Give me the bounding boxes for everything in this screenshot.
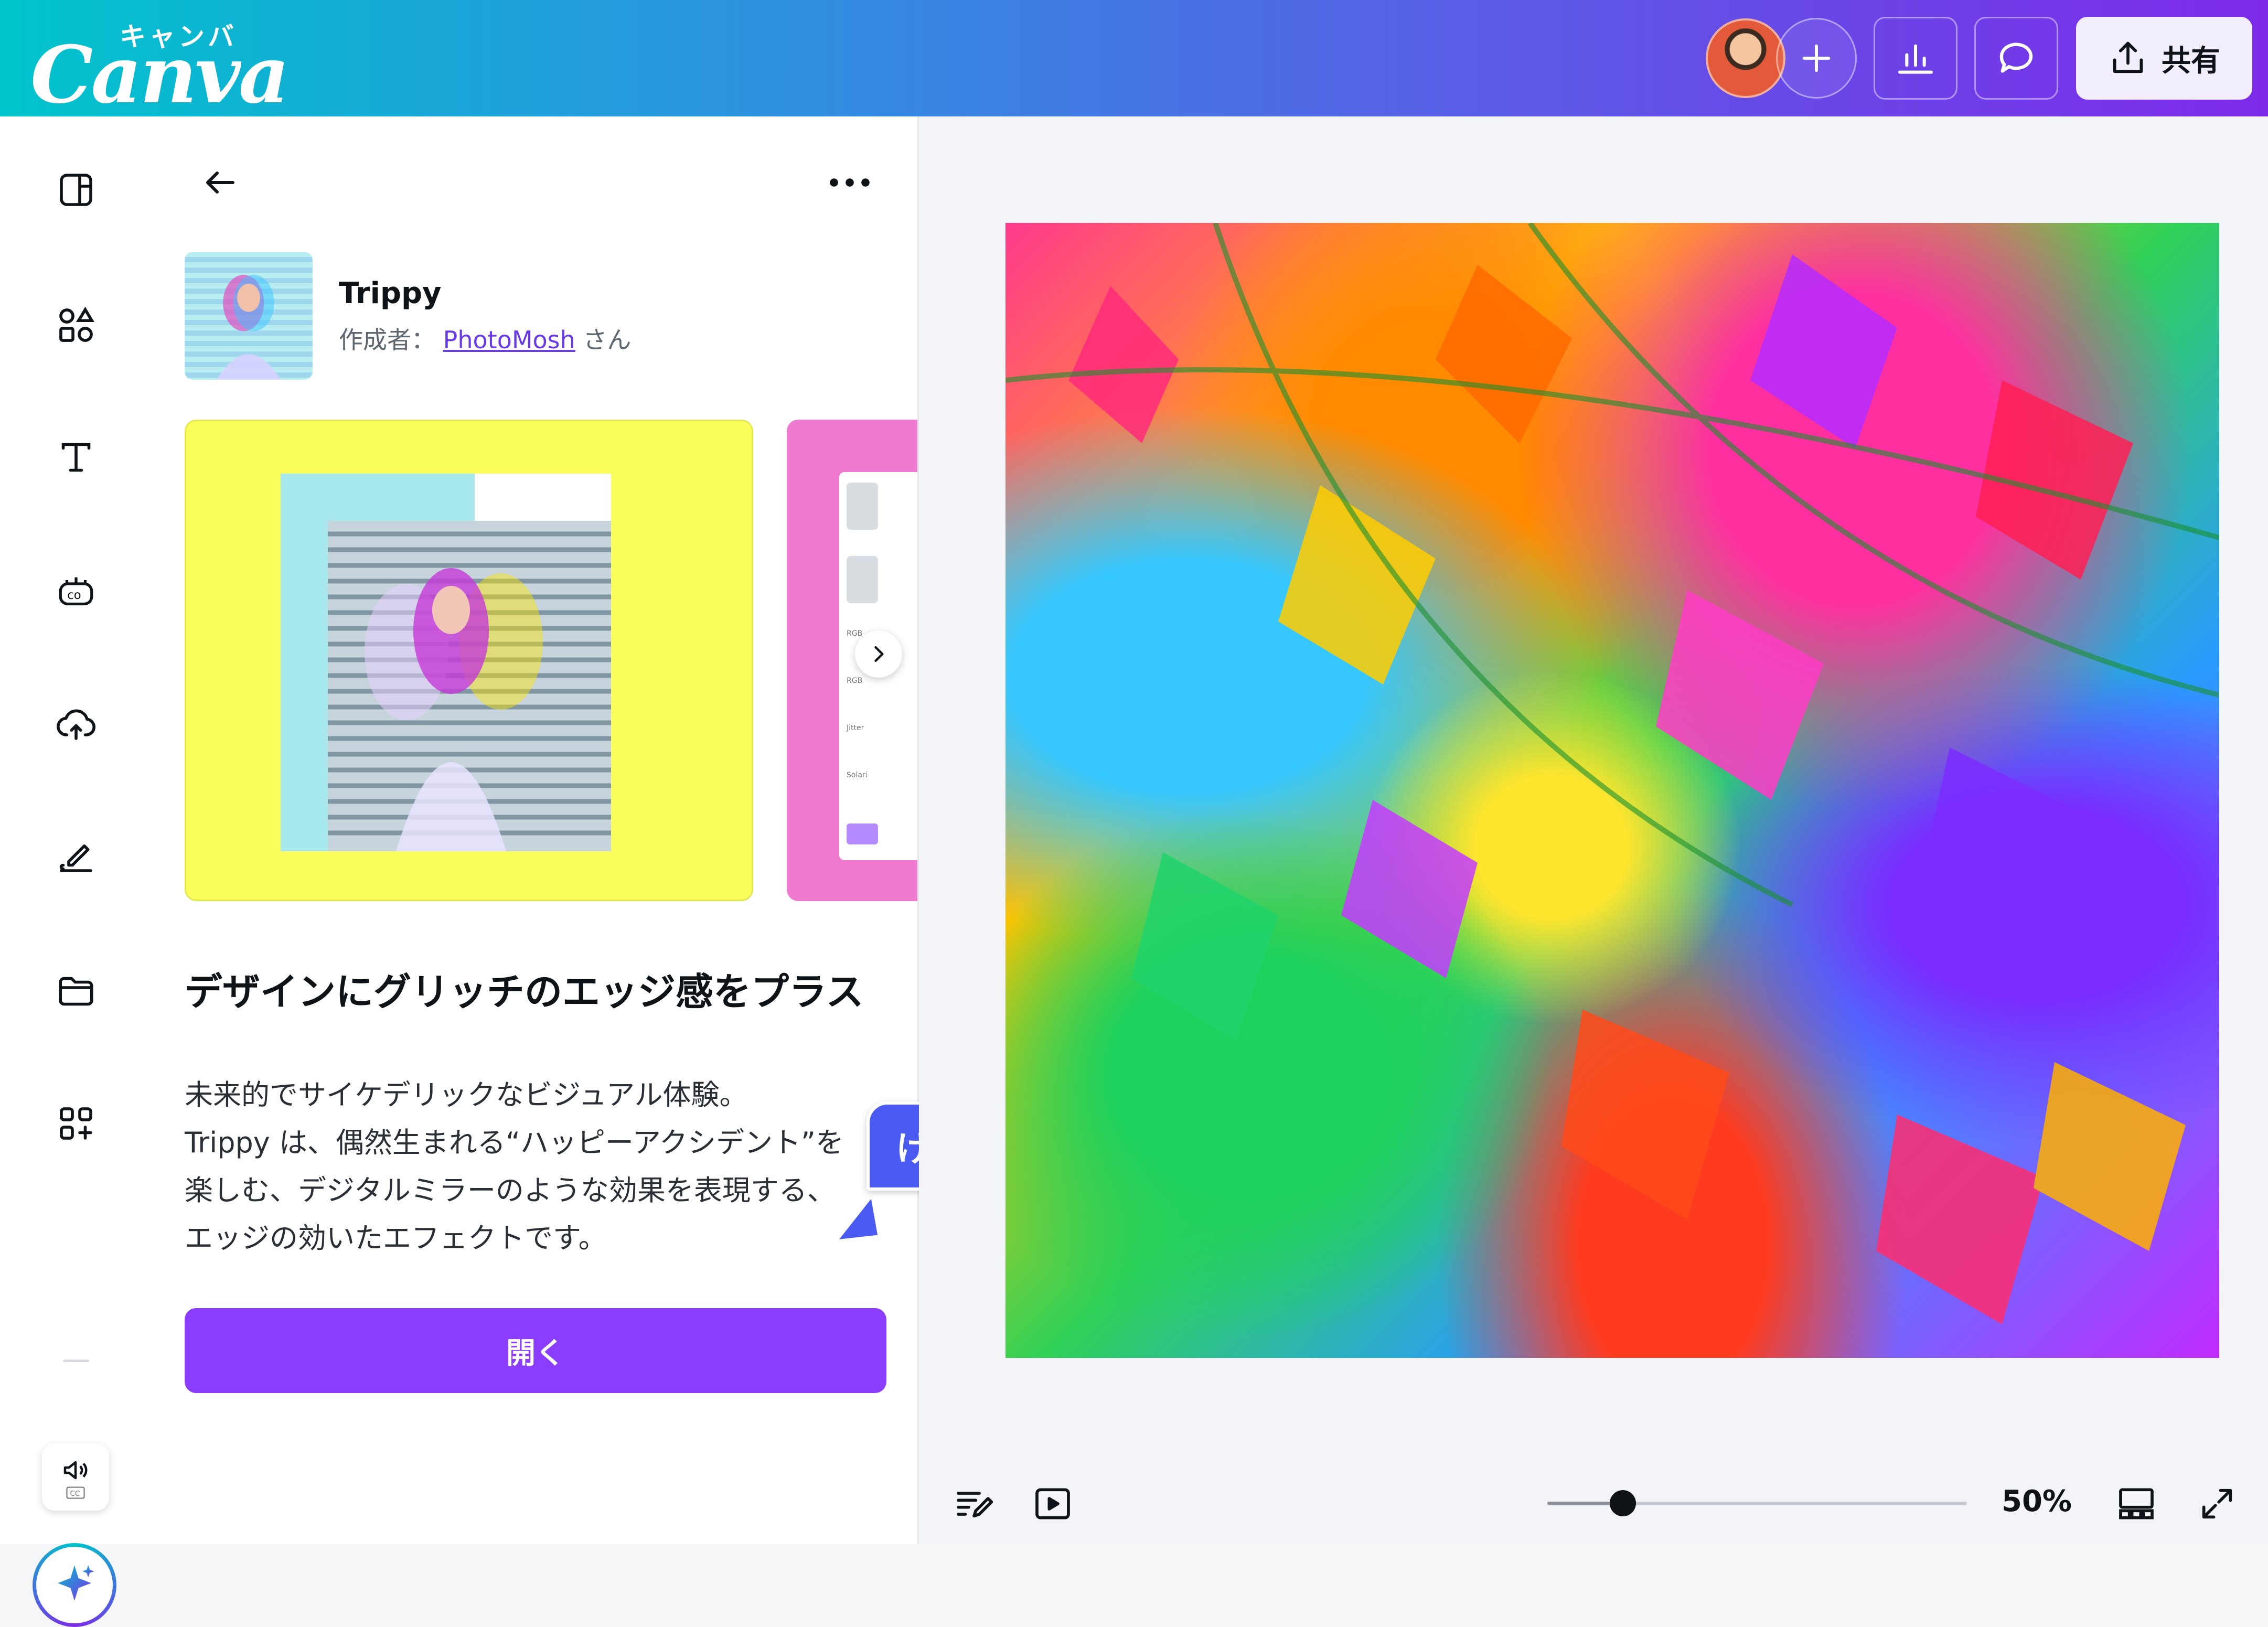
share-button[interactable]: 共有 xyxy=(2076,17,2252,100)
app-headline: デザインにグリッチのエッジ感をプラス xyxy=(185,970,864,1014)
present-timer-button[interactable] xyxy=(1029,1480,1076,1527)
author-prefix: 作成者： xyxy=(339,326,435,354)
bar-chart-icon xyxy=(1898,44,1933,74)
author-link[interactable]: PhotoMosh xyxy=(443,326,575,354)
comments-button[interactable] xyxy=(1974,17,2058,100)
audio-captions-button[interactable]: CC xyxy=(42,1443,109,1511)
preview-2-thumb xyxy=(847,556,878,603)
left-rail: co CC xyxy=(0,116,152,1627)
speaker-icon xyxy=(63,1461,88,1480)
rail-apps-button[interactable] xyxy=(50,1097,102,1150)
chevron-right-icon xyxy=(874,646,884,662)
user-avatar[interactable] xyxy=(1706,18,1785,98)
magic-ai-inner xyxy=(36,1547,113,1623)
layout-icon xyxy=(60,174,92,206)
preview-2-label: Solari xyxy=(847,771,868,779)
zoom-level-label[interactable]: 50% xyxy=(2002,1484,2072,1518)
upload-icon xyxy=(2113,41,2143,73)
logo-word: Canva xyxy=(30,29,290,121)
preview-2-swatch xyxy=(847,823,878,844)
app-description: 未来的でサイケデリックなビジュアル体験。 Trippy は、偶然生まれる“ハッピ… xyxy=(185,1078,844,1255)
design-canvas-area: 50% xyxy=(919,116,2268,1544)
top-header: キャンバ Canva 共有 xyxy=(0,0,2268,120)
page-grid-button[interactable] xyxy=(2113,1480,2160,1527)
plus-icon xyxy=(1802,44,1831,72)
rail-templates-button[interactable] xyxy=(50,164,102,216)
captions-icon: CC xyxy=(66,1486,85,1499)
zoom-slider-handle[interactable] xyxy=(1610,1490,1636,1516)
notes-icon xyxy=(957,1492,993,1518)
carousel-next-button[interactable] xyxy=(855,630,902,678)
preview-image-1[interactable] xyxy=(185,420,753,901)
comment-icon xyxy=(1999,42,2033,73)
preview-2-label: Jitter xyxy=(847,724,864,732)
preview-2-thumb xyxy=(847,483,878,530)
cloud-upload-icon xyxy=(57,709,96,740)
preview-2-label: RGB xyxy=(847,677,863,685)
insights-button[interactable] xyxy=(1874,17,1957,100)
grid-view-icon xyxy=(2119,1488,2154,1519)
folder-icon xyxy=(59,977,93,1006)
more-options-button[interactable] xyxy=(818,156,881,209)
apps-icon xyxy=(60,1107,92,1140)
back-button[interactable] xyxy=(194,156,247,209)
magic-ai-button[interactable] xyxy=(33,1543,116,1627)
rail-elements-button[interactable] xyxy=(50,299,102,351)
rail-divider xyxy=(63,1360,89,1362)
svg-text:CC: CC xyxy=(70,1490,80,1498)
app-author: 作成者： PhotoMosh さん xyxy=(339,321,631,356)
open-app-button[interactable]: 開く xyxy=(185,1308,886,1393)
rail-uploads-button[interactable] xyxy=(50,698,102,750)
fullscreen-button[interactable] xyxy=(2194,1480,2241,1527)
rail-draw-button[interactable] xyxy=(50,830,102,882)
arrow-left-icon xyxy=(206,172,234,194)
collaborator-cursor-icon xyxy=(832,1192,881,1243)
design-image[interactable] xyxy=(1005,223,2219,1358)
app-name: Trippy xyxy=(339,276,442,311)
app-detail-panel: Trippy 作成者： PhotoMosh さん RGB RGB Jitter xyxy=(152,116,919,1544)
notes-button[interactable] xyxy=(950,1480,998,1527)
app-thumbnail xyxy=(185,252,313,380)
brand-icon: co xyxy=(59,577,93,606)
more-horizontal-icon xyxy=(830,178,870,187)
play-icon xyxy=(1035,1488,1070,1519)
author-suffix: さん xyxy=(583,326,632,354)
add-collaborator-button[interactable] xyxy=(1776,18,1857,99)
shapes-icon xyxy=(59,306,95,342)
sparkle-icon xyxy=(58,1565,94,1601)
expand-icon xyxy=(2202,1489,2232,1519)
rail-text-button[interactable] xyxy=(50,431,102,484)
preview-2-label: RGB xyxy=(847,629,863,638)
share-label: 共有 xyxy=(2162,44,2220,78)
rail-projects-button[interactable] xyxy=(50,965,102,1018)
zoom-slider[interactable] xyxy=(1547,1490,1967,1516)
svg-text:co: co xyxy=(67,588,81,602)
text-icon xyxy=(61,443,91,472)
rail-brand-button[interactable]: co xyxy=(50,565,102,617)
pen-icon xyxy=(59,844,92,872)
